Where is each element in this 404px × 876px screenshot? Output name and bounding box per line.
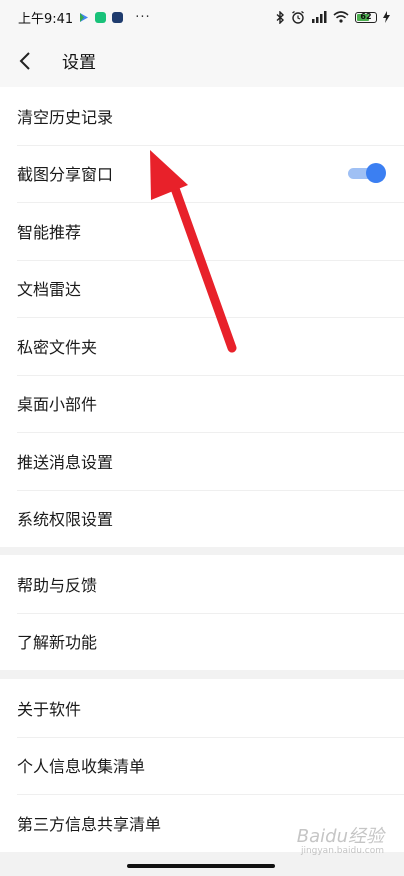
settings-group-help: 帮助与反馈 了解新功能 — [0, 555, 404, 670]
setting-document-radar[interactable]: 文档雷达 — [0, 259, 404, 318]
more-notifications-icon: ··· — [135, 9, 151, 25]
setting-label: 关于软件 — [17, 699, 82, 719]
settings-group-general: 清空历史记录 截图分享窗口 智能推荐 文档雷达 私密文件夹 桌面小部件 推送消息… — [0, 87, 404, 547]
home-indicator[interactable] — [127, 864, 275, 868]
setting-personal-info-list[interactable]: 个人信息收集清单 — [0, 736, 404, 795]
setting-about[interactable]: 关于软件 — [0, 679, 404, 737]
status-bar: 上午9:41 ··· 62 — [0, 0, 404, 34]
battery-indicator: 62 — [355, 11, 377, 23]
setting-label: 帮助与反馈 — [17, 575, 98, 595]
setting-label: 个人信息收集清单 — [17, 757, 146, 777]
setting-label: 第三方信息共享清单 — [17, 814, 162, 834]
setting-private-folder[interactable]: 私密文件夹 — [0, 317, 404, 375]
page-title: 设置 — [62, 53, 96, 73]
status-right: 62 — [276, 10, 390, 24]
setting-label: 桌面小部件 — [17, 395, 98, 415]
play-store-icon — [80, 12, 89, 22]
status-left: 上午9:41 ··· — [18, 8, 151, 27]
setting-label: 清空历史记录 — [17, 107, 114, 127]
watermark-main: Baidu经验 — [296, 826, 384, 847]
setting-screenshot-share[interactable]: 截图分享窗口 — [0, 144, 404, 203]
battery-level: 62 — [360, 11, 372, 21]
watermark: Baidu经验 jingyan.baidu.com — [297, 822, 384, 856]
setting-desktop-widget[interactable]: 桌面小部件 — [0, 374, 404, 433]
setting-label: 私密文件夹 — [17, 337, 98, 357]
signal-icon — [312, 11, 327, 23]
back-button[interactable] — [0, 34, 50, 87]
setting-label: 截图分享窗口 — [17, 165, 114, 185]
setting-smart-recommend[interactable]: 智能推荐 — [0, 202, 404, 260]
setting-label: 智能推荐 — [17, 222, 82, 242]
status-time: 上午9:41 — [18, 11, 74, 27]
alarm-icon — [292, 10, 304, 24]
watermark-sub: jingyan.baidu.com — [300, 846, 384, 856]
setting-help-feedback[interactable]: 帮助与反馈 — [0, 555, 404, 613]
chevron-left-icon — [19, 51, 30, 70]
setting-push-notifications[interactable]: 推送消息设置 — [0, 432, 404, 490]
header: 设置 — [0, 34, 404, 87]
wifi-icon — [333, 11, 349, 23]
screenshot-share-toggle[interactable] — [346, 162, 386, 184]
setting-label: 系统权限设置 — [17, 510, 114, 530]
setting-clear-history[interactable]: 清空历史记录 — [0, 87, 404, 145]
charging-icon — [383, 11, 390, 23]
setting-label: 了解新功能 — [17, 633, 98, 653]
setting-label: 文档雷达 — [17, 280, 82, 300]
bluetooth-icon — [276, 10, 285, 24]
setting-whats-new[interactable]: 了解新功能 — [0, 612, 404, 671]
notes-app-icon — [112, 11, 124, 23]
setting-system-permissions[interactable]: 系统权限设置 — [0, 489, 404, 548]
setting-label: 推送消息设置 — [17, 452, 114, 472]
shield-app-icon — [95, 11, 107, 23]
